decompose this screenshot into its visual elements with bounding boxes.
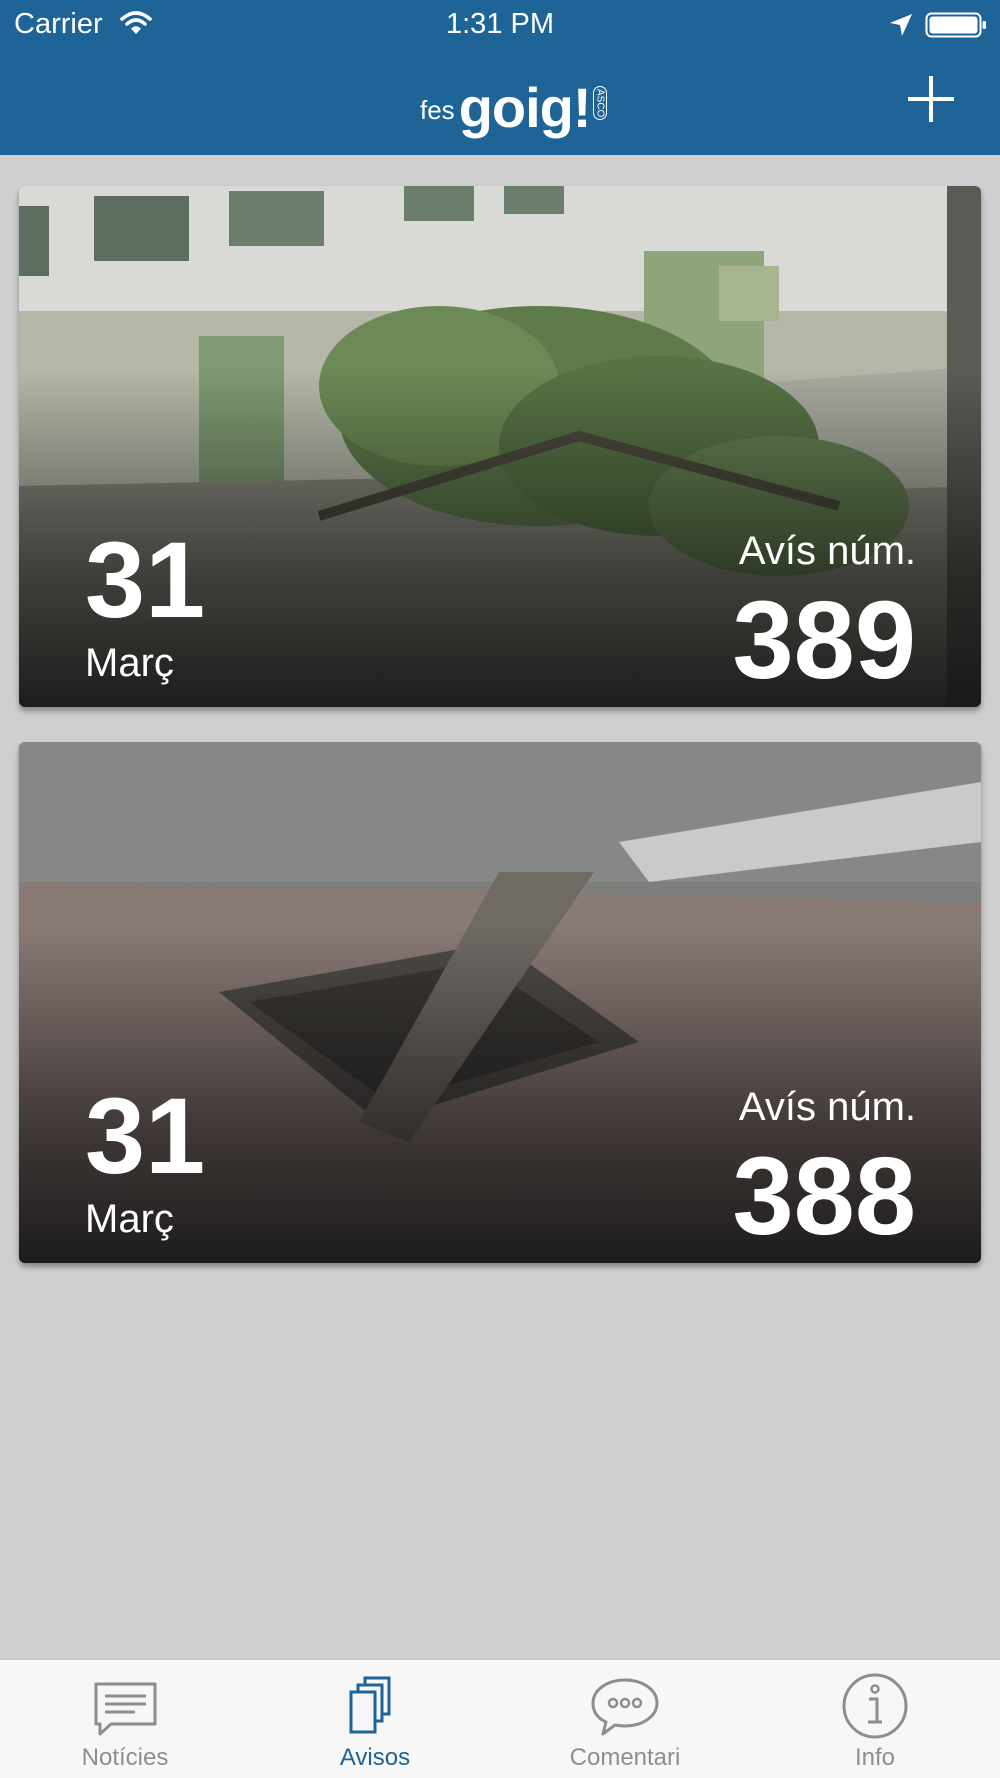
add-notice-button[interactable]	[900, 68, 962, 130]
app-logo: fes goig! ASCO	[420, 70, 607, 140]
battery-icon	[925, 12, 986, 38]
tab-comentari[interactable]: Comentari	[500, 1660, 750, 1778]
notice-day: 31	[85, 1075, 206, 1196]
notices-icon	[349, 1676, 391, 1734]
notice-month: Març	[85, 1197, 174, 1241]
notice-number-label: Avís núm.	[738, 1085, 916, 1129]
plus-icon	[908, 76, 954, 122]
tab-info[interactable]: Info	[750, 1660, 1000, 1778]
header: Carrier 1:31 PM fes goig! ASCO	[0, 0, 1000, 155]
status-bar: Carrier 1:31 PM	[0, 0, 1000, 50]
logo-text-small: fes	[420, 95, 455, 125]
tab-avisos[interactable]: Avisos	[250, 1660, 500, 1778]
notice-number-label: Avís núm.	[738, 529, 916, 573]
tab-bar: Notícies Avisos Comentari Info	[0, 1659, 1000, 1778]
notice-month: Març	[85, 641, 174, 685]
notice-number: 389	[732, 579, 916, 702]
notice-day: 31	[85, 519, 206, 640]
logo-text-big: goig!	[458, 76, 592, 139]
clock: 1:31 PM	[446, 8, 554, 40]
notice-card[interactable]: 31 Març Avís núm. 389	[19, 186, 981, 707]
tab-label: Comentari	[569, 1744, 681, 1771]
app-screen: Carrier 1:31 PM fes goig! ASCO 31 Març A…	[0, 0, 1000, 1778]
tab-noticies[interactable]: Notícies	[0, 1660, 250, 1778]
info-icon	[842, 1673, 908, 1739]
tab-label: Notícies	[81, 1744, 169, 1771]
notice-card[interactable]: 31 Març Avís núm. 388	[19, 742, 981, 1263]
comment-icon	[591, 1678, 659, 1736]
nav-bar: fes goig! ASCO	[0, 50, 1000, 155]
notice-number: 388	[732, 1135, 916, 1258]
tab-label: Info	[854, 1744, 896, 1771]
location-arrow-icon	[890, 14, 912, 36]
logo-mark: ASCO	[592, 85, 607, 120]
tab-label: Avisos	[339, 1744, 411, 1771]
news-icon	[94, 1682, 157, 1736]
